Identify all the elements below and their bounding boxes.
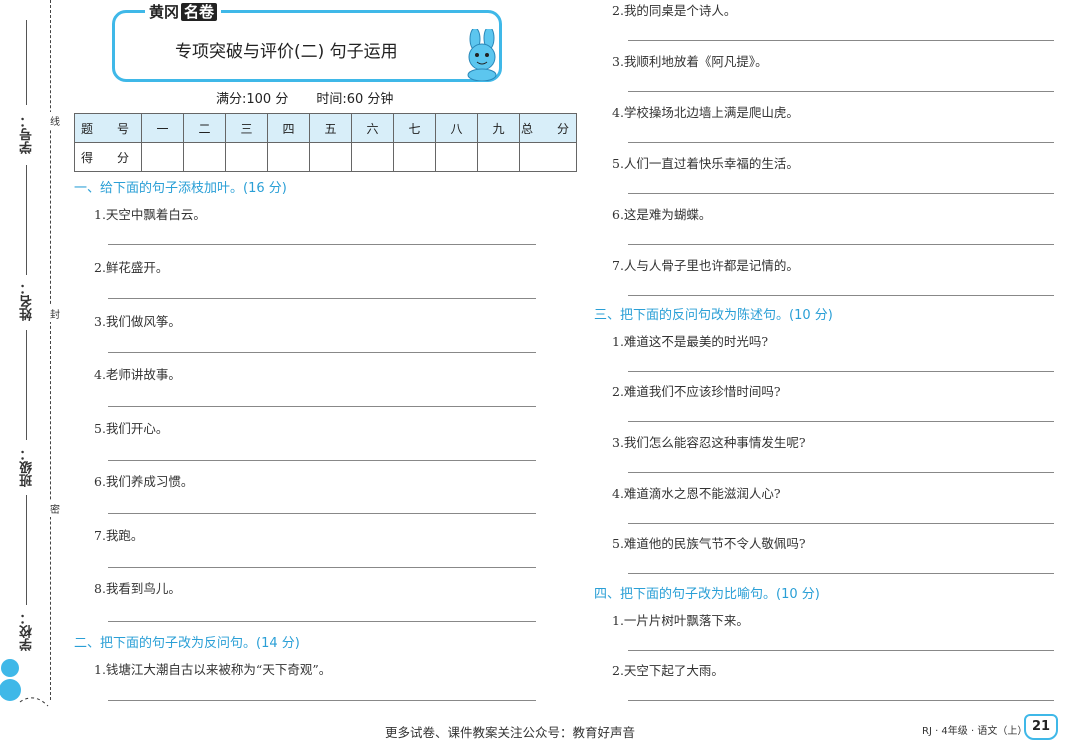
question-2-3: 3.我顺利地放着《阿凡提》。 (612, 54, 768, 69)
score-row-label: 得 分 (74, 142, 142, 172)
question-4-2: 2.天空下起了大雨。 (612, 663, 724, 678)
brand-logo: 黄冈 名卷 (145, 1, 222, 22)
question-3-2: 2.难道我们不应该珍惜时间吗? (612, 384, 781, 399)
seal-line: 线 (50, 112, 60, 129)
exam-meta: 满分:100 分 时间:60 分钟 (216, 88, 421, 107)
section-4-title: 四、把下面的句子改为比喻句。(10 分) (594, 587, 820, 602)
table-header-cell: 六 (351, 113, 394, 143)
answer-line[interactable] (108, 621, 536, 622)
seal-seal: 封 (50, 305, 60, 322)
section-2-title: 二、把下面的句子改为反问句。(14 分) (74, 636, 300, 651)
question-3-4: 4.难道滴水之恩不能滋润人心? (612, 486, 781, 501)
rabbit-mascot-icon (467, 29, 497, 81)
question-2-2: 2.我的同桌是个诗人。 (612, 3, 737, 18)
answer-line[interactable] (108, 513, 536, 514)
question-2-4: 4.学校操场北边墙上满是爬山虎。 (612, 105, 799, 120)
question-1-8: 8.我看到鸟儿。 (94, 581, 181, 596)
answer-line[interactable] (628, 244, 1054, 245)
title-badge: 黄冈 名卷 专项突破与评价(二) 句子运用 (112, 1, 502, 82)
answer-line[interactable] (628, 523, 1054, 524)
table-header-cell: 二 (183, 113, 226, 143)
table-header-cell: 四 (267, 113, 310, 143)
score-cell[interactable] (435, 142, 478, 172)
table-header-cell: 九 (477, 113, 520, 143)
page-title: 专项突破与评价(二) 句子运用 (175, 42, 398, 62)
answer-line[interactable] (628, 700, 1054, 701)
answer-line[interactable] (108, 567, 536, 568)
answer-line[interactable] (628, 421, 1054, 422)
question-2-7: 7.人与人骨子里也许都是记情的。 (612, 258, 799, 273)
score-cell[interactable] (519, 142, 577, 172)
brand-tag: 名卷 (181, 3, 218, 21)
answer-line[interactable] (108, 460, 536, 461)
question-1-3: 3.我们做风筝。 (94, 314, 181, 329)
answer-line[interactable] (108, 406, 536, 407)
table-header-cell: 一 (141, 113, 184, 143)
score-cell[interactable] (351, 142, 394, 172)
section-3-title: 三、把下面的反问句改为陈述句。(10 分) (594, 308, 833, 323)
question-1-6: 6.我们养成习惯。 (94, 474, 194, 489)
binding-strip: 学号： 姓名： 班级： 学校： 线 封 密 (0, 0, 70, 744)
page-number: 21 (1024, 714, 1058, 740)
school-label: 学校： (20, 612, 35, 651)
answer-line[interactable] (628, 142, 1054, 143)
name-label: 姓名： (20, 282, 35, 321)
question-2-5: 5.人们一直过着快乐幸福的生活。 (612, 156, 799, 171)
score-cell[interactable] (309, 142, 352, 172)
score-table-head: 题 号 一 二 三 四 五 六 七 八 九 总 分 (74, 113, 577, 143)
grade-label: RJ · 4年级 · 语文（上） (922, 726, 1028, 737)
mascot-small-icon (0, 659, 49, 707)
question-1-2: 2.鲜花盛开。 (94, 260, 169, 275)
answer-line[interactable] (108, 352, 536, 353)
question-4-1: 1.一片片树叶飘落下来。 (612, 613, 749, 628)
question-2-1: 1.钱塘江大潮自古以来被称为“天下奇观”。 (94, 662, 332, 677)
score-cell[interactable] (393, 142, 436, 172)
school-blank (26, 495, 27, 605)
answer-line[interactable] (108, 298, 536, 299)
answer-line[interactable] (628, 371, 1054, 372)
score-cell[interactable] (141, 142, 184, 172)
class-blank (26, 330, 27, 440)
student-id-label: 学号： (20, 115, 35, 154)
score-table-row: 得 分 (74, 142, 577, 172)
score-cell[interactable] (183, 142, 226, 172)
question-1-5: 5.我们开心。 (94, 421, 169, 436)
answer-line[interactable] (628, 650, 1054, 651)
question-1-1: 1.天空中飘着白云。 (94, 207, 206, 222)
score-table: 题 号 一 二 三 四 五 六 七 八 九 总 分 得 分 (74, 113, 577, 172)
seal-secret: 密 (50, 500, 60, 517)
table-header-cell: 八 (435, 113, 478, 143)
score-cell[interactable] (267, 142, 310, 172)
score-cell[interactable] (477, 142, 520, 172)
student-id-blank (26, 20, 27, 105)
brand-name: 黄冈 (149, 3, 180, 21)
answer-line[interactable] (628, 472, 1054, 473)
full-score: 满分:100 分 (216, 92, 289, 107)
question-1-7: 7.我跑。 (94, 528, 144, 543)
answer-line[interactable] (628, 40, 1054, 41)
footer-notice: 更多试卷、课件教案关注公众号：教育好声音 (385, 725, 636, 740)
question-1-4: 4.老师讲故事。 (94, 367, 181, 382)
question-2-6: 6.这是难为蝴蝶。 (612, 207, 712, 222)
table-header-cell: 三 (225, 113, 268, 143)
answer-line[interactable] (108, 244, 536, 245)
exam-time: 时间:60 分钟 (316, 92, 394, 107)
answer-line[interactable] (628, 295, 1054, 296)
table-header-cell: 题 号 (74, 113, 142, 143)
question-3-5: 5.难道他的民族气节不令人敬佩吗? (612, 536, 806, 551)
question-3-1: 1.难道这不是最美的时光吗? (612, 334, 769, 349)
question-3-3: 3.我们怎么能容忍这种事情发生呢? (612, 435, 806, 450)
table-header-cell: 总 分 (519, 113, 577, 143)
table-header-cell: 五 (309, 113, 352, 143)
answer-line[interactable] (628, 193, 1054, 194)
answer-line[interactable] (628, 91, 1054, 92)
answer-line[interactable] (108, 700, 536, 701)
class-label: 班级： (20, 448, 35, 487)
name-blank (26, 165, 27, 275)
answer-line[interactable] (628, 573, 1054, 574)
section-1-title: 一、给下面的句子添枝加叶。(16 分) (74, 181, 287, 196)
table-header-cell: 七 (393, 113, 436, 143)
score-cell[interactable] (225, 142, 268, 172)
cut-line (50, 0, 51, 700)
